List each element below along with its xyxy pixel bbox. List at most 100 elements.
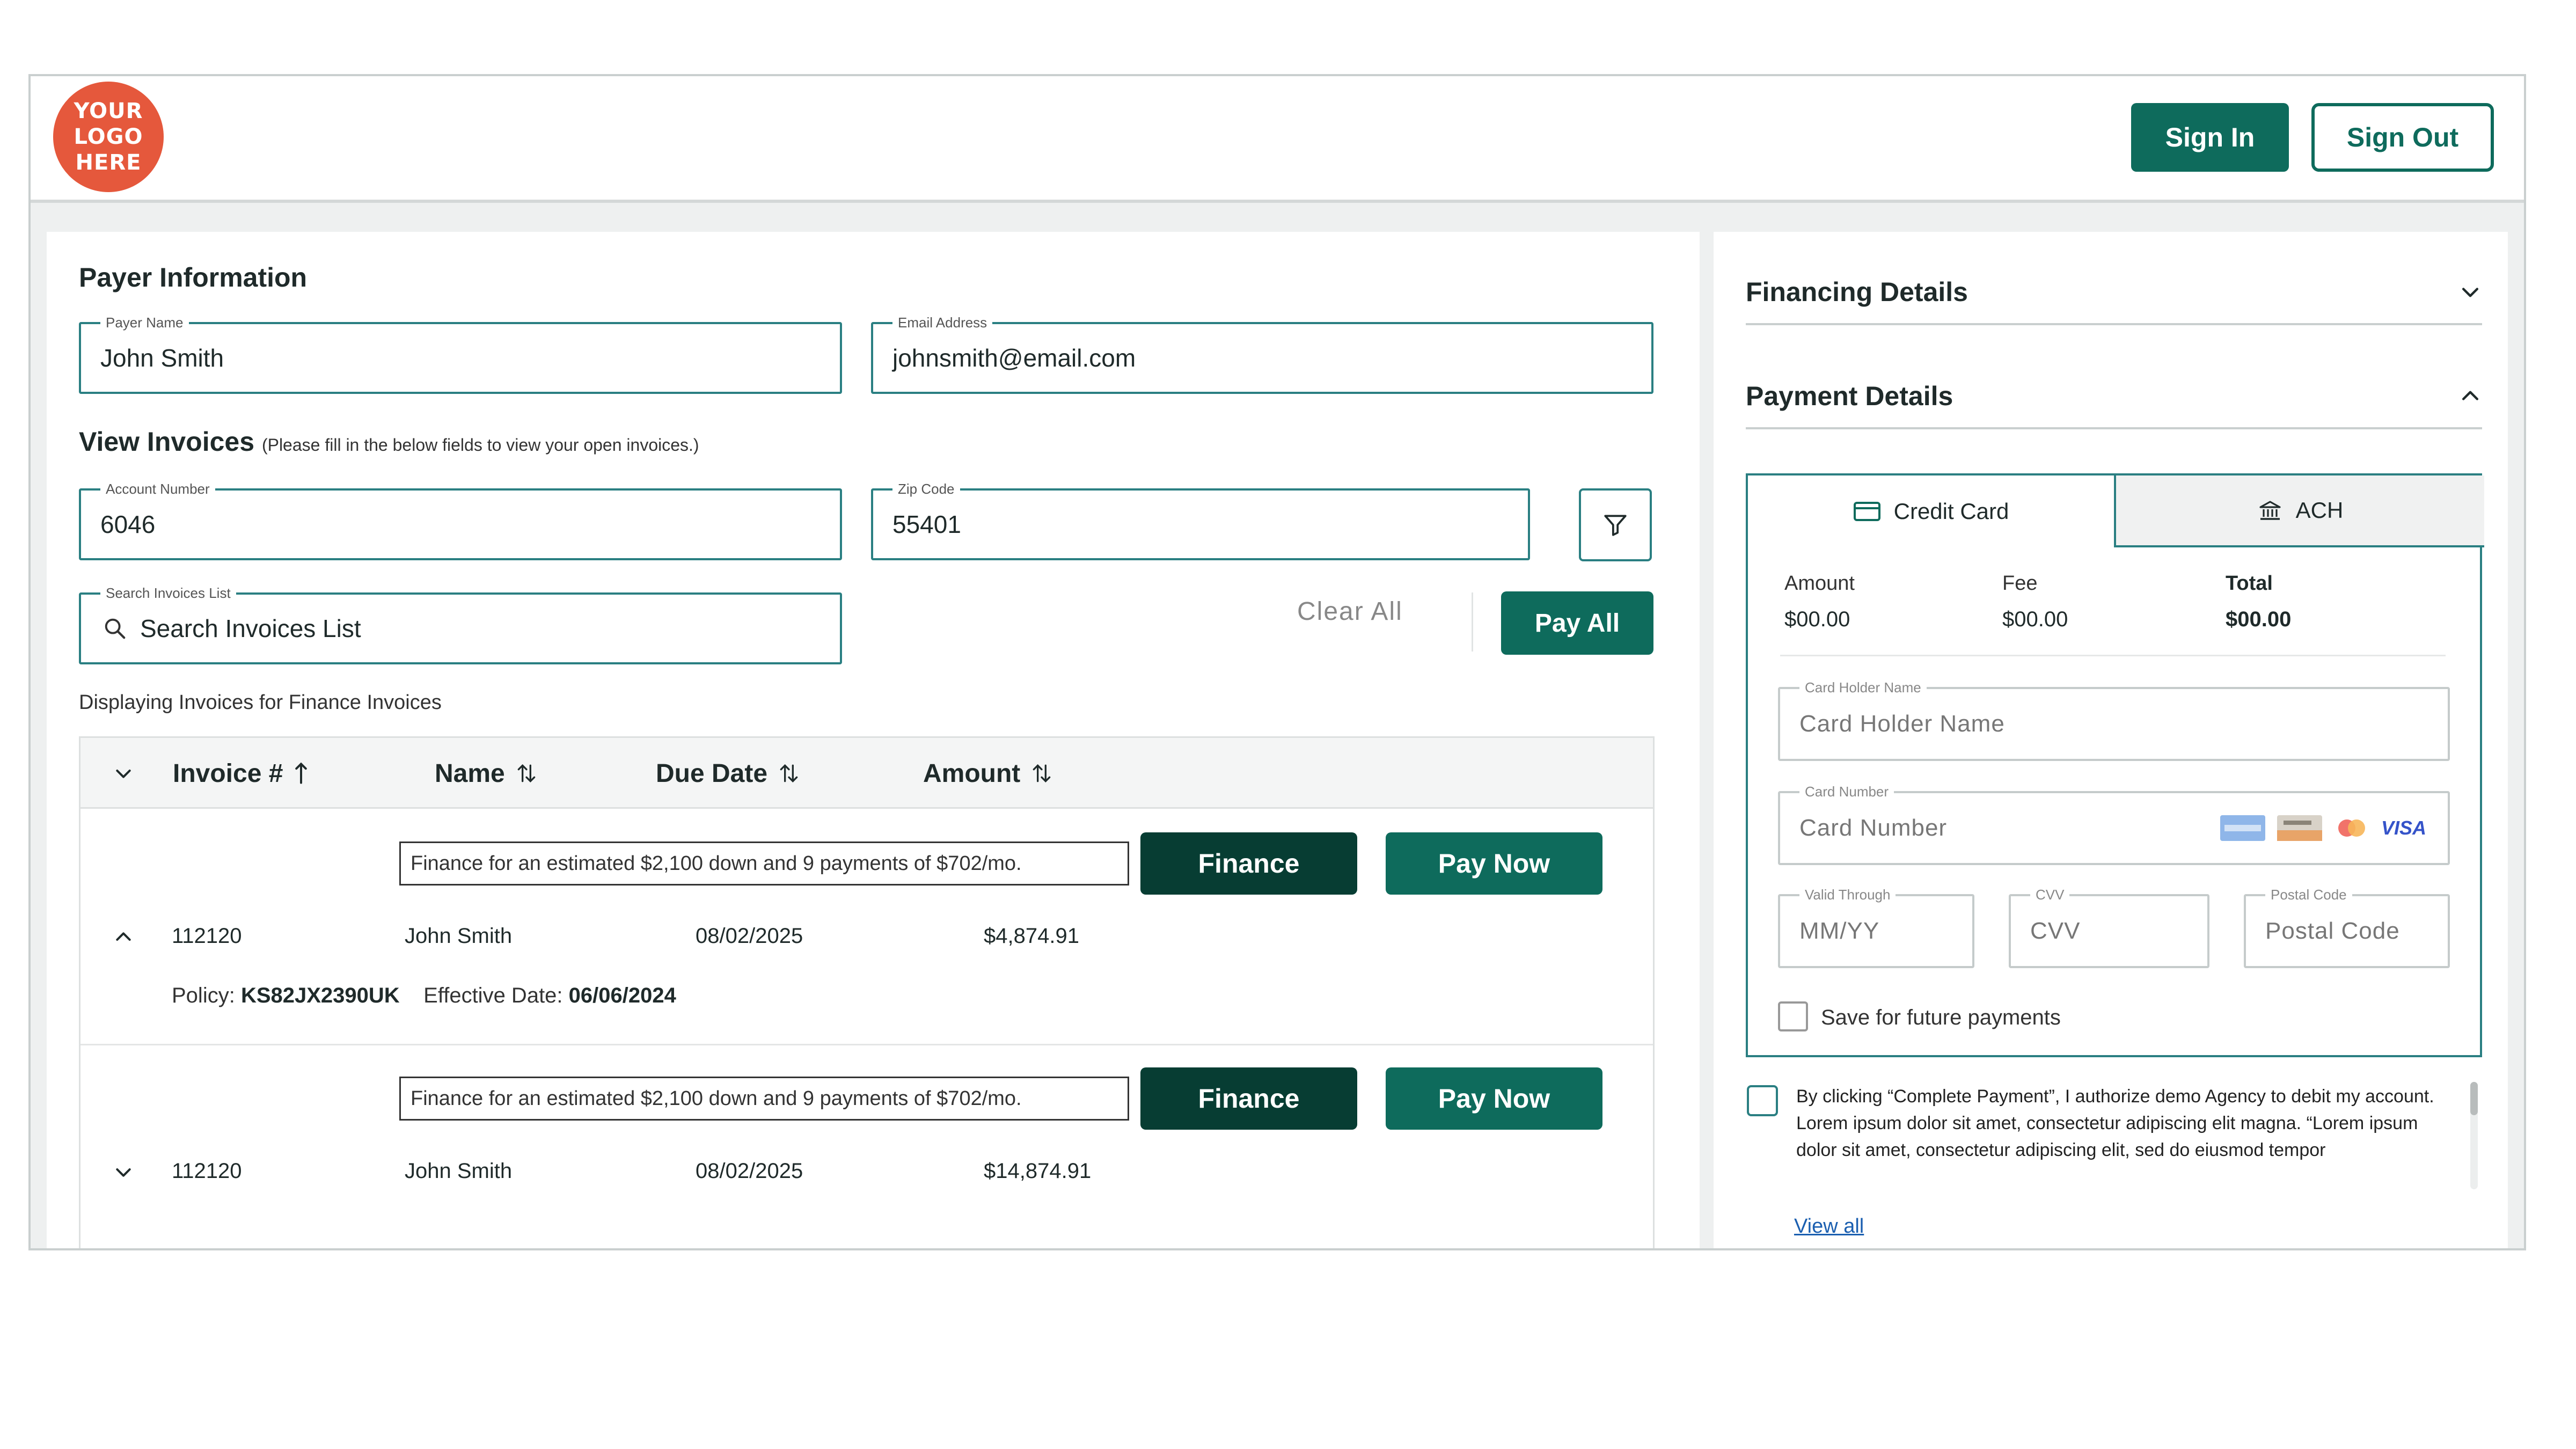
invoice-amount: $14,874.91	[984, 1159, 1092, 1183]
finance-estimate-note: Finance for an estimated $2,100 down and…	[399, 841, 1129, 885]
total-label: Total	[2226, 572, 2273, 595]
search-invoices-input[interactable]: Search Invoices List	[103, 595, 361, 662]
table-row: Finance for an estimated $2,100 down and…	[80, 810, 1653, 1042]
header-name-label: Name	[435, 759, 505, 788]
invoice-number: 112120	[172, 1159, 242, 1183]
displaying-caption: Displaying Invoices for Finance Invoices	[79, 691, 442, 714]
invoice-due-date: 08/02/2025	[696, 924, 803, 948]
visa-card-icon: VISA	[2381, 817, 2426, 839]
sort-up-icon	[295, 762, 308, 784]
consent-text: By clicking “Complete Payment”, I author…	[1796, 1086, 2434, 1160]
invoice-due-date: 08/02/2025	[696, 1159, 803, 1183]
finance-button[interactable]: Finance	[1140, 832, 1357, 895]
view-all-link[interactable]: View all	[1794, 1215, 1864, 1238]
email-value: johnsmith@email.com	[892, 344, 1136, 372]
card-holder-input[interactable]: Card Holder Name	[1799, 689, 2005, 759]
mastercard-icon	[2338, 819, 2365, 837]
consent-checkbox[interactable]	[1747, 1085, 1778, 1116]
clear-all-button[interactable]: Clear All	[1297, 597, 1403, 626]
account-number-field[interactable]: Account Number 6046	[79, 481, 842, 560]
financing-details-title: Financing Details	[1746, 277, 1968, 307]
header-amount-label: Amount	[923, 759, 1021, 788]
app-window: YOUR LOGO HERE Sign In Sign Out Payer In…	[28, 74, 2526, 1250]
logo-line: YOUR	[74, 99, 143, 123]
save-payment-label: Save for future payments	[1821, 1006, 2061, 1029]
amex-card-icon	[2220, 815, 2265, 841]
payment-form: Credit Card ACH Amount $00.00 Fee $00.00…	[1746, 473, 2484, 1057]
header-due-date[interactable]: Due Date	[656, 738, 801, 809]
sort-icon	[780, 764, 798, 783]
discover-card-icon	[2277, 815, 2322, 841]
consent-scrollbar-thumb[interactable]	[2470, 1082, 2478, 1115]
email-field[interactable]: Email Address johnsmith@email.com	[871, 314, 1653, 394]
invoice-name: John Smith	[405, 924, 513, 948]
view-invoices-heading: View Invoices	[79, 427, 255, 457]
search-icon	[105, 618, 126, 639]
card-number-input[interactable]: Card Number	[1799, 793, 1947, 863]
postal-code-field[interactable]: Postal Code Postal Code	[2244, 887, 2450, 968]
chevron-down-icon[interactable]	[113, 763, 134, 784]
policy-value: KS82JX2390UK	[240, 984, 400, 1007]
payer-name-value: John Smith	[100, 344, 224, 372]
header-invoice-number[interactable]: Invoice #	[173, 738, 310, 809]
payer-name-field[interactable]: Payer Name John Smith	[79, 314, 842, 394]
total-value: $00.00	[2226, 608, 2292, 631]
save-payment-checkbox[interactable]	[1778, 1001, 1808, 1031]
finance-button[interactable]: Finance	[1140, 1067, 1357, 1130]
cvv-field[interactable]: CVV CVV	[2009, 887, 2209, 968]
chevron-up-icon	[2462, 391, 2479, 400]
tab-ach-label: ACH	[2295, 497, 2344, 523]
fee-value: $00.00	[2002, 608, 2068, 631]
header-name[interactable]: Name	[435, 738, 538, 809]
tab-ach[interactable]: ACH	[2116, 475, 2484, 547]
postal-code-input[interactable]: Postal Code	[2265, 896, 2400, 966]
accepted-cards: VISA	[2220, 793, 2426, 863]
valid-through-input[interactable]: MM/YY	[1799, 896, 1879, 966]
view-invoices-hint: (Please fill in the below fields to view…	[261, 435, 699, 455]
tab-credit-card-label: Credit Card	[1893, 499, 2009, 524]
amount-label: Amount	[1784, 572, 1855, 595]
pay-now-button[interactable]: Pay Now	[1386, 1067, 1602, 1130]
chevron-down-icon[interactable]	[113, 1161, 134, 1183]
effective-date-value: 06/06/2024	[568, 984, 676, 1007]
header-amount[interactable]: Amount	[923, 738, 1053, 809]
zip-code-field[interactable]: Zip Code 55401	[871, 481, 1530, 560]
cvv-input[interactable]: CVV	[2030, 896, 2080, 966]
search-invoices-field[interactable]: Search Invoices List Search Invoices Lis…	[79, 585, 842, 664]
card-number-field[interactable]: Card Number Card Number VISA	[1778, 784, 2450, 865]
table-header: Invoice # Name Due Date Amount	[80, 738, 1653, 809]
invoices-table: Invoice # Name Due Date Amount Finance f…	[79, 736, 1655, 1248]
policy-details: Policy: KS82JX2390UK Effective Date: 06/…	[172, 984, 676, 1008]
sort-icon	[517, 764, 536, 783]
chevron-up-icon[interactable]	[113, 926, 134, 948]
invoice-amount: $4,874.91	[984, 924, 1079, 948]
payment-panel: Financing Details Payment Details Credit…	[1714, 232, 2508, 1248]
summary-divider	[1780, 655, 2446, 656]
valid-through-field[interactable]: Valid Through MM/YY	[1778, 887, 1974, 968]
chevron-down-icon	[2462, 288, 2479, 297]
filter-icon	[1604, 515, 1627, 536]
bank-icon	[2259, 501, 2281, 520]
header-due-date-label: Due Date	[656, 759, 768, 788]
account-number-value: 6046	[100, 510, 156, 538]
vertical-divider	[1472, 592, 1473, 652]
amount-value: $00.00	[1784, 608, 1850, 631]
card-holder-field[interactable]: Card Holder Name Card Holder Name	[1778, 679, 2450, 761]
logo-line: LOGO	[74, 125, 143, 149]
fee-label: Fee	[2002, 572, 2038, 595]
header-invoice-label: Invoice #	[173, 759, 283, 788]
sign-in-button[interactable]: Sign In	[2131, 103, 2289, 172]
finance-estimate-note: Finance for an estimated $2,100 down and…	[399, 1077, 1129, 1121]
payment-details-accordion[interactable]: Payment Details	[1746, 365, 2482, 429]
pay-all-button[interactable]: Pay All	[1501, 591, 1653, 655]
filter-button[interactable]	[1579, 488, 1652, 561]
payment-details-title: Payment Details	[1746, 381, 1953, 411]
invoice-number: 112120	[172, 924, 242, 948]
payer-info-title: Payer Information	[79, 262, 308, 292]
pay-now-button[interactable]: Pay Now	[1386, 832, 1602, 895]
logo-line: HERE	[75, 150, 142, 175]
tab-credit-card[interactable]: Credit Card	[1748, 475, 2116, 547]
credit-card-icon	[1853, 502, 1880, 521]
sign-out-button[interactable]: Sign Out	[2311, 103, 2494, 172]
financing-details-accordion[interactable]: Financing Details	[1746, 261, 2482, 325]
